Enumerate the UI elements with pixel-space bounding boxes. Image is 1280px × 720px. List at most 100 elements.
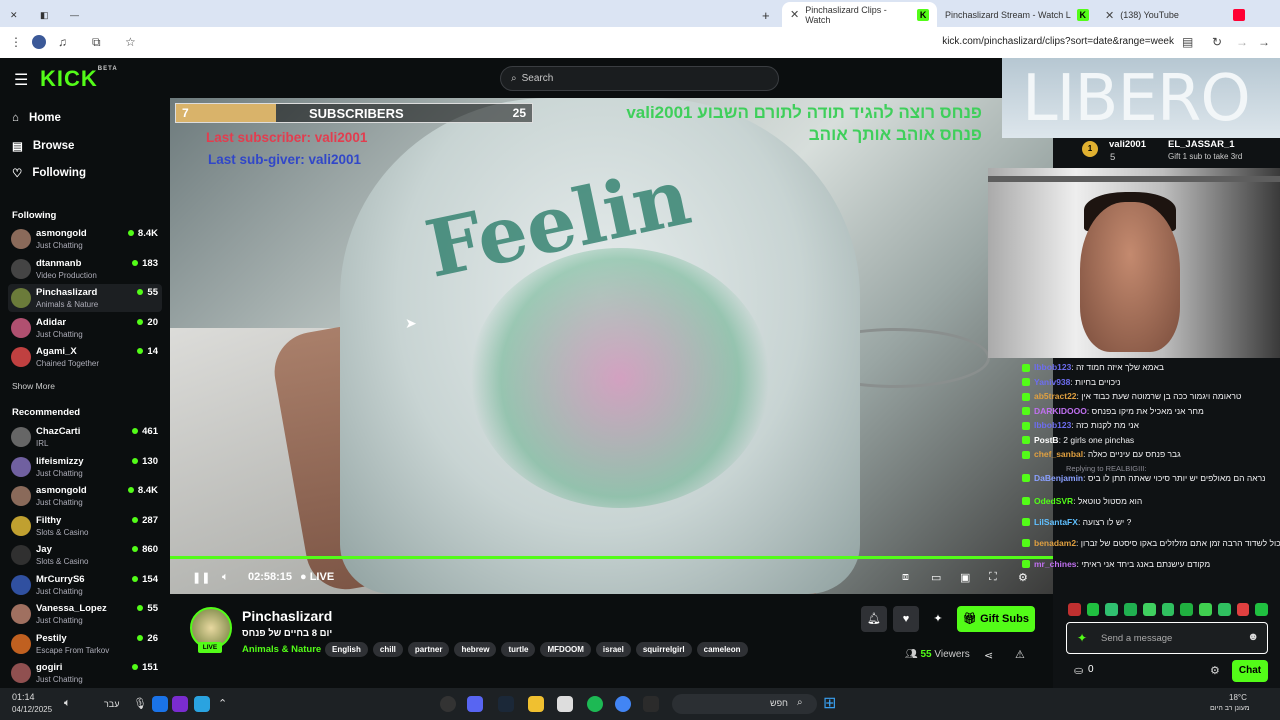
chat-username[interactable]: DaBenjamin	[1034, 473, 1083, 483]
chat-message[interactable]: OdedSVR: הוא מסטול טוטאל	[1018, 496, 1280, 506]
extensions-puzzle-icon[interactable]: ⧉	[92, 35, 101, 50]
chat-message[interactable]: Yaniv938: ניכויים בחיות	[1018, 377, 1280, 387]
minimize-icon[interactable]: —	[70, 4, 79, 26]
video-player[interactable]: Feelin 7 SUBSCRIBERS 25 Last subscriber:…	[170, 98, 1053, 594]
chat-username[interactable]: ab5tract22	[1034, 391, 1077, 401]
emote-icon[interactable]	[1199, 603, 1212, 616]
theater-mode-icon[interactable]: ▭	[931, 571, 941, 584]
tab-youtube[interactable]: ✕ (138) YouTube	[1105, 4, 1255, 26]
fullscreen-icon[interactable]: ⛶	[989, 571, 997, 584]
back-icon[interactable]: →	[1258, 35, 1270, 49]
reload-icon[interactable]: ↻	[1212, 35, 1222, 49]
emote-icon[interactable]	[1161, 603, 1175, 616]
onenote-icon[interactable]	[172, 696, 188, 712]
discord-icon[interactable]	[467, 696, 483, 712]
bookmark-star-icon[interactable]: ☆	[125, 35, 136, 49]
pause-icon[interactable]: ❚❚	[192, 571, 210, 584]
chat-message[interactable]: mr_chines: מקודם עישנתם באנג ביחד אני רא…	[1018, 559, 1280, 569]
app-icon[interactable]	[152, 696, 168, 712]
sidebar-channel-vanessa_lopez[interactable]: Vanessa_Lopez Just Chatting 55	[8, 600, 162, 628]
language-indicator[interactable]: עבר	[104, 699, 119, 709]
app-icon[interactable]	[643, 696, 659, 712]
close-tab-icon[interactable]: ✕	[790, 8, 799, 21]
chat-message[interactable]: lbbob123: באמא שלך איזה חמוד זה	[1018, 362, 1280, 372]
stream-tag[interactable]: partner	[407, 642, 450, 657]
emoji-icon[interactable]: ☻	[1247, 631, 1259, 643]
chat-input[interactable]: ✦ Send a message ☻	[1066, 622, 1268, 654]
new-tab-icon[interactable]: +	[762, 4, 770, 26]
chat-message[interactable]: PostB: 2 girls one pinchas	[1018, 435, 1280, 445]
chat-username[interactable]: benadam2	[1034, 538, 1076, 548]
sidebar-channel-agami_x[interactable]: Agami_X Chained Together 14	[8, 343, 162, 371]
chat-username[interactable]: DARKIDOOO	[1034, 406, 1087, 416]
windows-start-icon[interactable]: ⊞	[823, 693, 836, 713]
sidebar-channel-pinchaslizard[interactable]: Pinchaslizard Animals & Nature 55	[8, 284, 162, 312]
chat-message[interactable]: benadam2: שמע פנחס יכול לשדוד הרבה זמן א…	[1018, 538, 1280, 548]
nav-following[interactable]: ♡ Following	[12, 166, 86, 180]
stream-tag[interactable]: hebrew	[454, 642, 497, 657]
speaker-icon[interactable]: 🔈︎	[64, 697, 71, 710]
chevron-up-icon[interactable]: ⌃	[218, 697, 227, 710]
sidebar-channel-dtanmanb[interactable]: dtanmanb Video Production 183	[8, 255, 162, 283]
chat-username[interactable]: lbbob123	[1034, 362, 1071, 372]
mic-icon[interactable]: 🎙︎	[133, 697, 147, 710]
stream-category[interactable]: Animals & Nature	[242, 644, 321, 655]
app-icon[interactable]	[440, 696, 456, 712]
tab-actions-icon[interactable]: ◧	[40, 4, 49, 26]
chat-message[interactable]: DARKIDOOO: מחר אני מאכיל את מיקו בפנחס	[1018, 406, 1280, 416]
chat-send-button[interactable]: Chat	[1232, 660, 1268, 682]
sidebar-channel-filthy[interactable]: Filthy Slots & Casino 287	[8, 512, 162, 540]
emote-icon[interactable]	[1124, 603, 1137, 616]
extension-icon[interactable]	[32, 35, 46, 49]
close-window-icon[interactable]: ✕	[10, 4, 18, 26]
sidebar-channel-asmongold[interactable]: asmongold Just Chatting 8.4K	[8, 482, 162, 510]
points-icon[interactable]: ⛀	[1074, 664, 1083, 677]
chat-username[interactable]: lbbob123	[1034, 420, 1071, 430]
chat-settings-gear-icon[interactable]: ⚙	[1210, 664, 1220, 677]
sidebar-channel-asmongold[interactable]: asmongold Just Chatting 8.4K	[8, 225, 162, 253]
music-icon[interactable]: ♫	[58, 35, 67, 49]
steam-icon[interactable]	[498, 696, 514, 712]
close-tab-icon[interactable]: ✕	[1105, 9, 1114, 22]
chat-message[interactable]: ab5tract22: טראומה ויגמור ככה בן שרמוטה …	[1018, 391, 1280, 401]
more-vertical-icon[interactable]: ⋮	[10, 35, 22, 49]
stream-tag[interactable]: English	[325, 642, 368, 657]
gift-subs-button[interactable]: 🎁︎ Gift Subs	[957, 606, 1035, 632]
tab-clips[interactable]: ✕ Pinchaslizard Clips - Watch K	[782, 2, 937, 27]
streamer-name[interactable]: Pinchaslizard	[242, 608, 332, 624]
pip-icon[interactable]: ▣	[960, 571, 970, 584]
follow-heart-icon[interactable]: ♥	[893, 606, 919, 632]
kick-logo[interactable]: KICKBETA	[40, 66, 118, 92]
report-warning-icon[interactable]: ⚠	[1015, 648, 1025, 661]
chat-username[interactable]: Yaniv938	[1034, 377, 1070, 387]
search-input[interactable]: ⌕ Search	[500, 66, 779, 91]
sidebar-channel-lifeismizzy[interactable]: lifeismizzy Just Chatting 130	[8, 453, 162, 481]
chat-username[interactable]: LilSantaFX	[1034, 517, 1078, 527]
stream-tag[interactable]: cameleon	[696, 642, 748, 657]
show-more-link[interactable]: Show More	[12, 381, 55, 391]
sidebar-channel-chazcarti[interactable]: ChazCarti IRL 461	[8, 423, 162, 451]
live-indicator[interactable]: ● LIVE	[300, 571, 334, 583]
bell-icon[interactable]: 🔔︎	[861, 606, 887, 632]
chrome-icon[interactable]	[615, 696, 631, 712]
app-icon[interactable]	[557, 696, 573, 712]
forward-icon[interactable]: →	[1236, 35, 1248, 49]
sidebar-channel-pestily[interactable]: Pestily Escape From Tarkov 26	[8, 630, 162, 658]
taskbar-search[interactable]: חפש ⌕	[672, 694, 817, 714]
emote-icon[interactable]	[1236, 603, 1250, 616]
stream-tag[interactable]: israel	[595, 642, 631, 657]
spotify-icon[interactable]	[587, 696, 603, 712]
chat-username[interactable]: PostB	[1034, 435, 1059, 445]
volume-icon[interactable]: 🔈︎	[222, 571, 229, 584]
stream-tag[interactable]: chill	[372, 642, 403, 657]
chat-username[interactable]: mr_chines	[1034, 559, 1077, 569]
chat-message[interactable]: Replying to REALBIGIII: DaBenjamin: נראה …	[1018, 464, 1280, 483]
emote-icon[interactable]	[1255, 603, 1269, 616]
emote-icon[interactable]	[1180, 603, 1194, 616]
stream-tag[interactable]: MFDOOM	[540, 642, 591, 657]
hamburger-menu-icon[interactable]: ☰	[14, 70, 28, 90]
chat-username[interactable]: chef_sanbal	[1034, 449, 1083, 459]
file-explorer-icon[interactable]	[528, 696, 544, 712]
translate-icon[interactable]: ▤	[1182, 35, 1193, 49]
sidebar-channel-gogiri[interactable]: gogiri Just Chatting 151	[8, 659, 162, 687]
